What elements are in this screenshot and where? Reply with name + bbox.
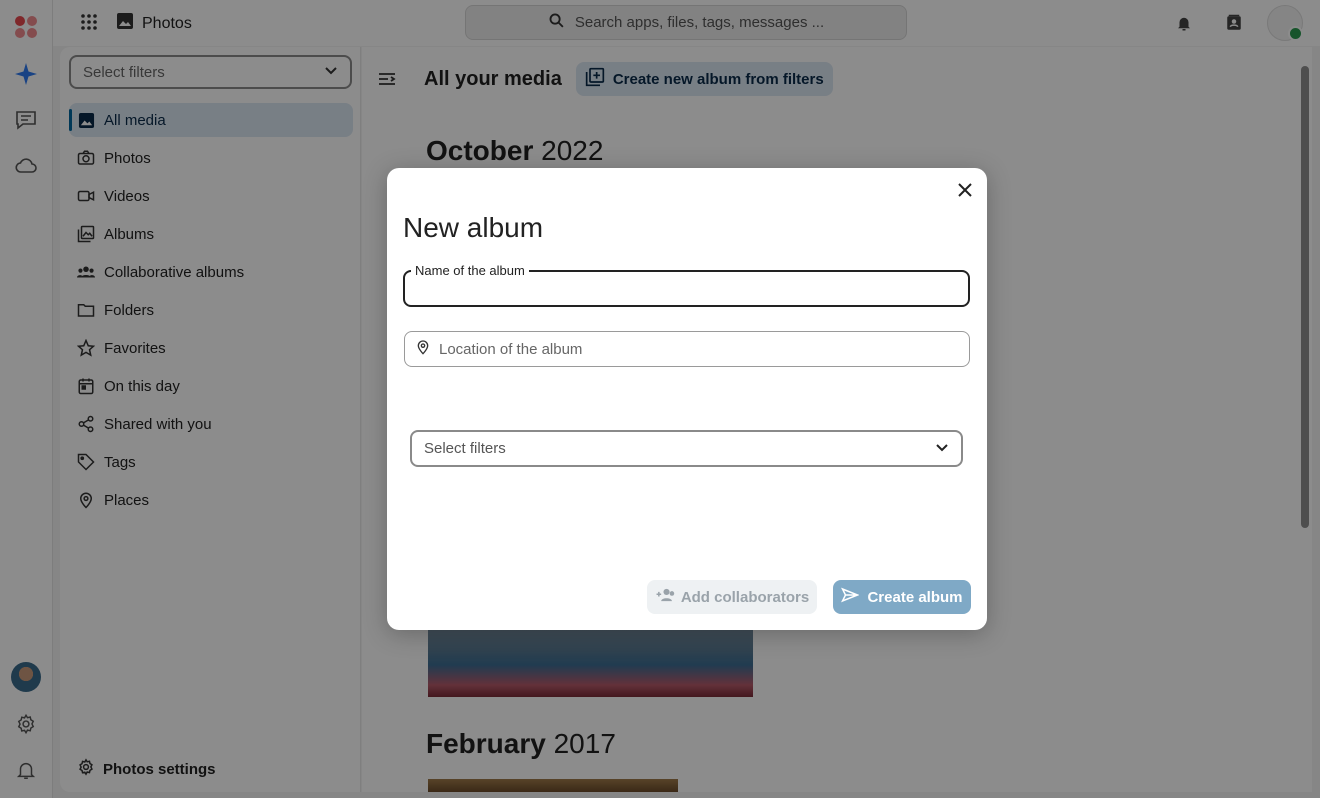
new-album-dialog: New album Name of the album Location of … xyxy=(387,168,987,630)
album-filters-select[interactable]: Select filters xyxy=(410,430,963,467)
add-collaborators-button[interactable]: Add collaborators xyxy=(647,580,817,614)
create-album-label: Create album xyxy=(867,588,963,606)
filters-placeholder: Select filters xyxy=(424,440,506,457)
create-album-button[interactable]: Create album xyxy=(833,580,971,614)
map-pin-icon xyxy=(415,339,431,359)
album-location-placeholder: Location of the album xyxy=(439,340,583,358)
album-location-field[interactable]: Location of the album xyxy=(404,331,970,367)
add-people-icon xyxy=(655,587,675,607)
album-name-label: Name of the album xyxy=(411,263,529,278)
add-collaborators-label: Add collaborators xyxy=(680,588,810,606)
album-name-field[interactable]: Name of the album xyxy=(403,263,970,307)
close-button[interactable] xyxy=(953,180,977,204)
close-icon xyxy=(958,182,972,202)
send-icon xyxy=(841,587,860,607)
dialog-title: New album xyxy=(403,212,544,243)
chevron-down-icon xyxy=(935,440,949,458)
